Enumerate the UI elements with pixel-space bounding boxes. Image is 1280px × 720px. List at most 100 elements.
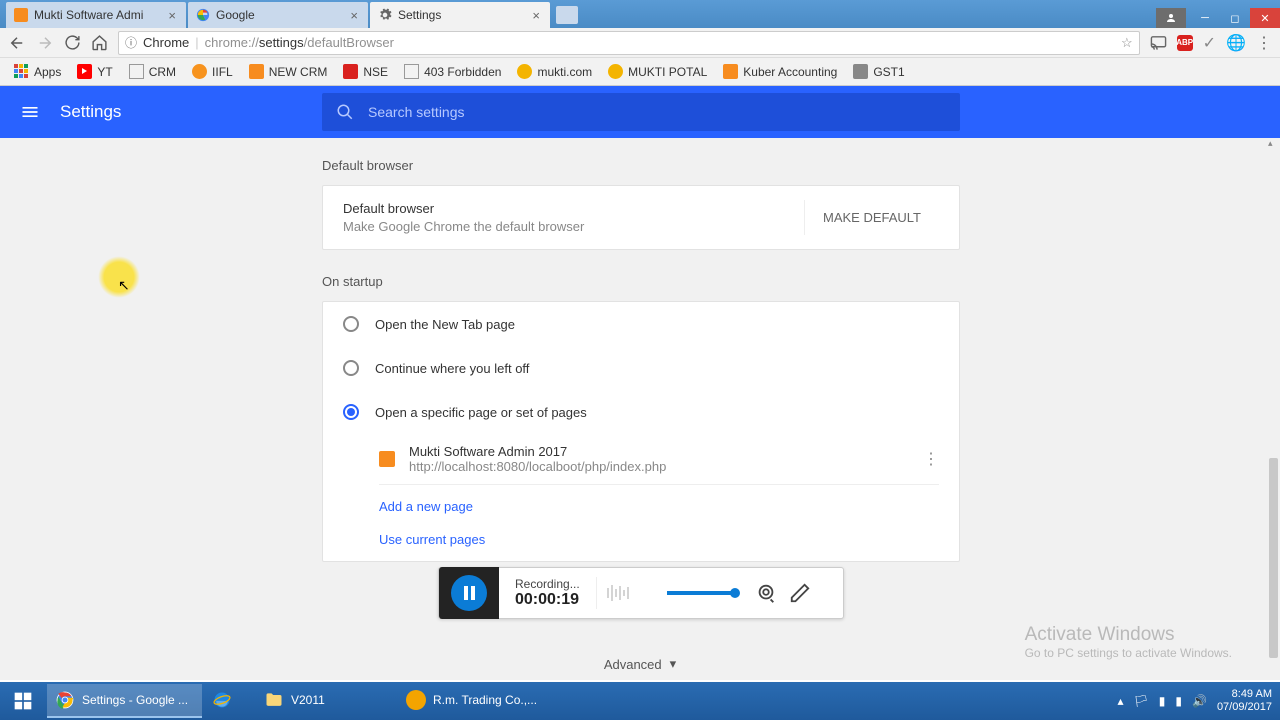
address-bar: ⓘ Chrome | chrome://settings/defaultBrow…: [0, 28, 1280, 58]
chrome-icon: [55, 690, 75, 710]
browser-tabs: Mukti Software Admi × Google × Settings …: [6, 2, 578, 28]
ie-icon: [212, 690, 232, 710]
webcam-button[interactable]: [755, 582, 777, 604]
nse-icon: [343, 64, 358, 79]
startup-option-specific[interactable]: Open a specific page or set of pages: [323, 390, 959, 434]
close-icon[interactable]: ×: [530, 8, 542, 23]
radio-icon: [343, 316, 359, 332]
tab-label: Mukti Software Admi: [34, 8, 160, 22]
bookmark-403[interactable]: 403 Forbidden: [398, 61, 507, 82]
gst-icon: [853, 64, 868, 79]
radio-icon: [343, 360, 359, 376]
globe-icon[interactable]: 🌐: [1226, 33, 1246, 53]
use-current-link[interactable]: Use current pages: [379, 528, 959, 561]
recorder-info: Recording... 00:00:19: [499, 577, 597, 609]
annotate-button[interactable]: [789, 582, 811, 604]
advanced-toggle[interactable]: Advanced ▾: [604, 656, 676, 672]
check-icon[interactable]: ✓: [1203, 33, 1216, 53]
page-url: http://localhost:8080/localboot/php/inde…: [409, 459, 909, 474]
volume-icon[interactable]: 🔊: [1192, 694, 1207, 708]
user-button[interactable]: [1156, 8, 1186, 28]
file-icon: [129, 64, 144, 79]
bookmark-potal[interactable]: MUKTI POTAL: [602, 61, 713, 82]
abp-icon[interactable]: ABP: [1177, 35, 1193, 51]
menu-icon[interactable]: [20, 102, 40, 122]
menu-button[interactable]: ⋮: [1256, 33, 1272, 53]
bookmark-kuber[interactable]: Kuber Accounting: [717, 61, 843, 82]
new-tab-button[interactable]: [556, 6, 578, 24]
start-button[interactable]: [0, 682, 46, 720]
page-title: Mukti Software Admin 2017: [409, 444, 909, 459]
taskbar-folder[interactable]: V2011: [256, 684, 396, 718]
bookmark-mukti[interactable]: mukti.com: [511, 61, 598, 82]
maximize-button[interactable]: ◻: [1220, 8, 1250, 28]
radio-label: Open a specific page or set of pages: [375, 405, 587, 420]
close-button[interactable]: ✕: [1250, 8, 1280, 28]
taskbar-rm[interactable]: R.m. Trading Co.,...: [398, 684, 548, 718]
bookmark-gst[interactable]: GST1: [847, 61, 910, 82]
star-icon[interactable]: ☆: [1121, 35, 1133, 51]
mukti-icon: [517, 64, 532, 79]
file-icon: [404, 64, 419, 79]
flag-icon[interactable]: 🏳: [1134, 694, 1149, 708]
info-icon: ⓘ: [125, 34, 137, 51]
tray-up-icon[interactable]: ▴: [1118, 694, 1124, 708]
bookmark-nse[interactable]: NSE: [337, 61, 394, 82]
network-icon[interactable]: ▮: [1175, 694, 1182, 708]
home-button[interactable]: [91, 34, 108, 51]
more-button[interactable]: ⋮: [923, 449, 939, 469]
iifl-icon: [192, 64, 207, 79]
taskbar-chrome[interactable]: Settings - Google ...: [47, 684, 202, 718]
taskbar: Settings - Google ... V2011 R.m. Trading…: [0, 682, 1280, 720]
default-browser-title: Default browser: [343, 201, 804, 216]
minimize-button[interactable]: ─: [1190, 8, 1220, 28]
recorder-status: Recording...: [515, 577, 580, 591]
bookmark-apps[interactable]: Apps: [8, 61, 67, 82]
startup-option-continue[interactable]: Continue where you left off: [323, 346, 959, 390]
task-label: R.m. Trading Co.,...: [433, 693, 537, 707]
bookmark-crm[interactable]: CRM: [123, 61, 182, 82]
make-default-button[interactable]: MAKE DEFAULT: [804, 200, 939, 235]
task-label: Settings - Google ...: [82, 693, 188, 707]
add-page-link[interactable]: Add a new page: [379, 485, 959, 528]
volume-slider[interactable]: [667, 591, 737, 595]
bookmark-iifl[interactable]: IIFL: [186, 61, 239, 82]
clock[interactable]: 8:49 AM 07/09/2017: [1217, 688, 1272, 714]
cast-icon[interactable]: [1150, 34, 1167, 51]
back-button[interactable]: [8, 34, 26, 52]
close-icon[interactable]: ×: [348, 8, 360, 23]
search-icon: [336, 103, 354, 121]
startup-option-newtab[interactable]: Open the New Tab page: [323, 302, 959, 346]
default-browser-card: Default browser Make Google Chrome the d…: [322, 185, 960, 250]
tab-settings[interactable]: Settings ×: [370, 2, 550, 28]
close-icon[interactable]: ×: [166, 8, 178, 23]
settings-header: Settings Search settings: [0, 86, 1280, 138]
reload-button[interactable]: [64, 34, 81, 51]
taskbar-ie[interactable]: [204, 684, 254, 718]
page-title: Settings: [60, 102, 121, 122]
section-heading-default-browser: Default browser: [322, 158, 960, 173]
youtube-icon: [77, 64, 92, 79]
google-icon: [196, 8, 210, 22]
screen-recorder[interactable]: Recording... 00:00:19: [438, 567, 844, 619]
forward-button[interactable]: [36, 34, 54, 52]
xampp-icon: [249, 64, 264, 79]
radio-icon-selected: [343, 404, 359, 420]
scrollbar[interactable]: [1266, 138, 1280, 680]
url-text: chrome://settings/defaultBrowser: [205, 35, 394, 50]
task-label: V2011: [291, 693, 325, 707]
tab-google[interactable]: Google ×: [188, 2, 368, 28]
waveform-icon: [607, 581, 657, 605]
url-input[interactable]: ⓘ Chrome | chrome://settings/defaultBrow…: [118, 31, 1140, 55]
tab-mukti[interactable]: Mukti Software Admi ×: [6, 2, 186, 28]
tab-label: Google: [216, 8, 342, 22]
bookmark-newcrm[interactable]: NEW CRM: [243, 61, 334, 82]
tab-label: Settings: [398, 8, 524, 22]
search-input[interactable]: Search settings: [322, 93, 960, 131]
pause-button[interactable]: [451, 575, 487, 611]
folder-icon: [264, 690, 284, 710]
battery-icon[interactable]: ▮: [1159, 694, 1166, 708]
app-icon: [406, 690, 426, 710]
bookmark-yt[interactable]: YT: [71, 61, 118, 82]
bookmarks-bar: Apps YT CRM IIFL NEW CRM NSE 403 Forbidd…: [0, 58, 1280, 86]
